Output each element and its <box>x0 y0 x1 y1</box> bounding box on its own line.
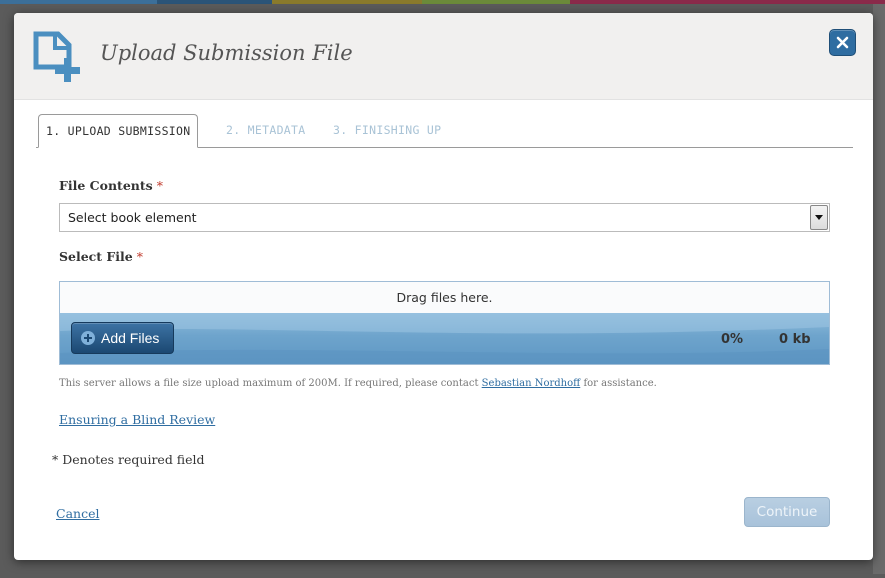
wizard-tabs: 1. UPLOAD SUBMISSION 2. METADATA 3. FINI… <box>36 114 853 148</box>
required-mark: * <box>136 249 143 264</box>
file-contents-select[interactable]: Select book element <box>59 203 830 232</box>
modal-title: Upload Submission File <box>100 41 353 65</box>
required-field-note: * Denotes required field <box>52 452 205 467</box>
tab-finishing-up[interactable]: 3. FINISHING UP <box>333 114 441 147</box>
upload-progress-bar: Add Files 0% 0 kb <box>60 313 829 364</box>
modal-header: Upload Submission File <box>14 13 873 100</box>
add-files-button[interactable]: Add Files <box>71 322 174 354</box>
file-size-note: This server allows a file size upload ma… <box>59 378 657 389</box>
file-uploader: Drag files here. Add Files 0% 0 kb <box>59 281 830 365</box>
add-files-label: Add Files <box>101 330 160 346</box>
chevron-down-icon[interactable] <box>810 205 828 230</box>
required-mark: * <box>156 178 163 193</box>
upload-modal: Upload Submission File 1. UPLOAD SUBMISS… <box>14 13 873 560</box>
close-button[interactable] <box>829 29 856 56</box>
file-contents-label: File Contents * <box>59 178 163 193</box>
plus-circle-icon <box>81 331 95 345</box>
continue-button[interactable]: Continue <box>744 497 830 527</box>
file-contents-value: Select book element <box>68 210 197 225</box>
tab-metadata[interactable]: 2. METADATA <box>226 114 305 147</box>
background-top-color-bar <box>0 0 885 4</box>
upload-bar-wave <box>60 313 829 364</box>
add-file-icon <box>31 29 87 85</box>
cancel-link[interactable]: Cancel <box>56 506 99 521</box>
background-page-edge <box>873 4 885 574</box>
drop-zone[interactable]: Drag files here. <box>60 282 829 313</box>
tab-upload-submission[interactable]: 1. UPLOAD SUBMISSION <box>38 114 199 148</box>
close-icon <box>836 36 849 49</box>
blind-review-link[interactable]: Ensuring a Blind Review <box>59 412 215 427</box>
uploaded-size: 0 kb <box>779 332 811 347</box>
contact-link[interactable]: Sebastian Nordhoff <box>482 378 581 389</box>
upload-percent: 0% <box>721 332 744 347</box>
select-file-label: Select File * <box>59 249 143 264</box>
